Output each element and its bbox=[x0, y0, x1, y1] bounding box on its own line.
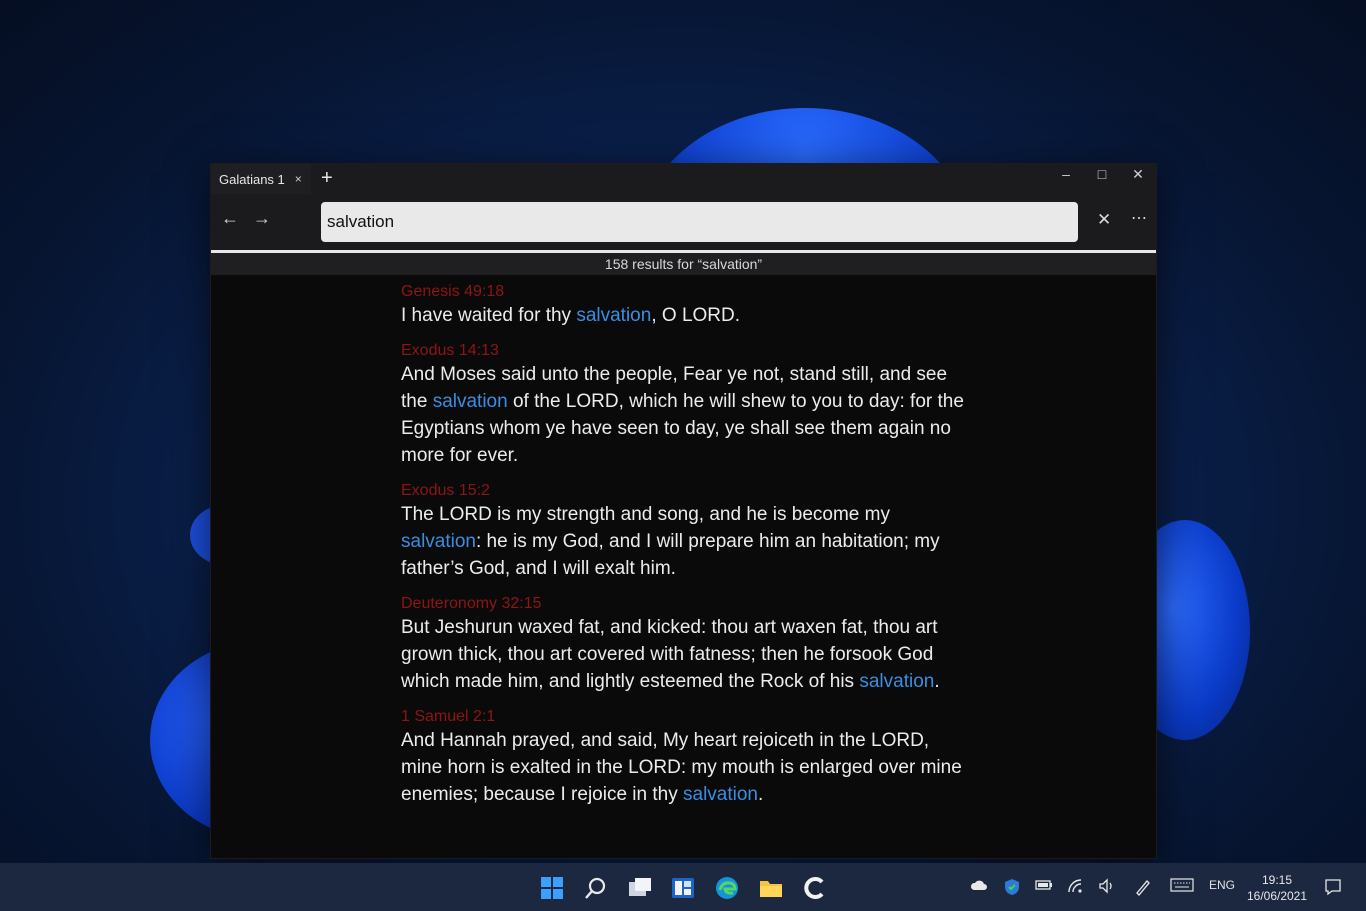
verse-text-segment: And Hannah prayed, and said, My heart re… bbox=[401, 730, 962, 805]
verse-text-segment: . bbox=[934, 671, 940, 692]
notifications-icon[interactable] bbox=[1324, 878, 1342, 899]
search-input[interactable] bbox=[321, 202, 1078, 242]
verse-text: And Moses said unto the people, Fear ye … bbox=[401, 361, 971, 469]
verse-reference[interactable]: Deuteronomy 32:15 bbox=[401, 594, 971, 614]
clock-date: 16/06/2021 bbox=[1246, 889, 1308, 903]
wifi-icon[interactable] bbox=[1067, 878, 1085, 897]
result-item[interactable]: Deuteronomy 32:15 But Jeshurun waxed fat… bbox=[401, 594, 971, 695]
back-arrow-icon[interactable]: ← bbox=[221, 208, 239, 229]
search-highlight: salvation bbox=[859, 671, 935, 692]
verse-reference[interactable]: Exodus 15:2 bbox=[401, 481, 971, 501]
edge-browser-icon[interactable] bbox=[714, 875, 740, 901]
results-summary: 158 results for “salvation” bbox=[211, 253, 1156, 275]
pen-icon[interactable] bbox=[1134, 878, 1152, 899]
new-tab-icon[interactable]: + bbox=[321, 167, 333, 190]
minimize-icon[interactable]: – bbox=[1048, 166, 1084, 182]
results-list: Genesis 49:18 I have waited for thy salv… bbox=[401, 282, 971, 820]
verse-text-segment: : he is my God, and I will prepare him a… bbox=[401, 531, 940, 579]
windows-start-icon[interactable] bbox=[539, 875, 565, 901]
widgets-icon[interactable] bbox=[670, 875, 696, 901]
result-item[interactable]: Exodus 15:2 The LORD is my strength and … bbox=[401, 481, 971, 582]
clear-search-icon[interactable]: ✕ bbox=[1097, 210, 1111, 230]
title-bar: Galatians 1 × + – □ ✕ bbox=[211, 164, 1156, 194]
result-item[interactable]: 1 Samuel 2:1 And Hannah prayed, and said… bbox=[401, 707, 971, 808]
verse-text-segment: . bbox=[758, 784, 764, 805]
security-shield-icon[interactable] bbox=[1003, 878, 1021, 899]
task-view-icon[interactable] bbox=[627, 875, 653, 901]
verse-text-segment: I have waited for thy bbox=[401, 305, 577, 326]
verse-reference[interactable]: 1 Samuel 2:1 bbox=[401, 707, 971, 727]
result-item[interactable]: Genesis 49:18 I have waited for thy salv… bbox=[401, 282, 971, 329]
search-icon[interactable] bbox=[583, 875, 609, 901]
verse-text: I have waited for thy salvation, O LORD. bbox=[401, 302, 971, 329]
clock-time: 19:15 bbox=[1261, 873, 1293, 887]
verse-text: And Hannah prayed, and said, My heart re… bbox=[401, 727, 971, 808]
result-item[interactable]: Exodus 14:13 And Moses said unto the peo… bbox=[401, 341, 971, 469]
verse-text: But Jeshurun waxed fat, and kicked: thou… bbox=[401, 614, 971, 695]
tab-close-icon[interactable]: × bbox=[295, 172, 302, 186]
volume-icon[interactable] bbox=[1098, 878, 1116, 897]
verse-text-segment: But Jeshurun waxed fat, and kicked: thou… bbox=[401, 617, 938, 692]
toolbar: ← → ✕ ⋯ bbox=[211, 194, 1156, 250]
verse-text: The LORD is my strength and song, and he… bbox=[401, 501, 971, 582]
more-options-icon[interactable]: ⋯ bbox=[1131, 208, 1148, 228]
tab-title: Galatians 1 bbox=[219, 171, 285, 187]
clock[interactable]: 19:15 16/06/2021 bbox=[1244, 872, 1310, 904]
search-highlight: salvation bbox=[401, 531, 476, 552]
maximize-icon[interactable]: □ bbox=[1084, 166, 1120, 182]
language-indicator[interactable]: ENG bbox=[1209, 878, 1235, 892]
bible-app-window: Galatians 1 × + – □ ✕ ← → ✕ ⋯ 158 result… bbox=[210, 163, 1157, 859]
cloud-icon[interactable] bbox=[970, 878, 988, 895]
verse-reference[interactable]: Genesis 49:18 bbox=[401, 282, 971, 302]
verse-reference[interactable]: Exodus 14:13 bbox=[401, 341, 971, 361]
bible-app-icon[interactable] bbox=[802, 875, 828, 901]
taskbar: ENG 19:15 16/06/2021 bbox=[0, 863, 1366, 911]
file-explorer-icon[interactable] bbox=[758, 875, 784, 901]
close-window-icon[interactable]: ✕ bbox=[1120, 166, 1156, 183]
forward-arrow-icon[interactable]: → bbox=[253, 208, 271, 229]
tab-galatians[interactable]: Galatians 1 × bbox=[211, 164, 311, 194]
verse-text-segment: The LORD is my strength and song, and he… bbox=[401, 504, 890, 525]
search-highlight: salvation bbox=[683, 784, 758, 805]
search-highlight: salvation bbox=[432, 391, 508, 412]
search-highlight: salvation bbox=[576, 305, 652, 326]
keyboard-icon[interactable] bbox=[1170, 878, 1194, 895]
battery-icon[interactable] bbox=[1035, 878, 1053, 894]
verse-text-segment: , O LORD. bbox=[651, 305, 741, 326]
